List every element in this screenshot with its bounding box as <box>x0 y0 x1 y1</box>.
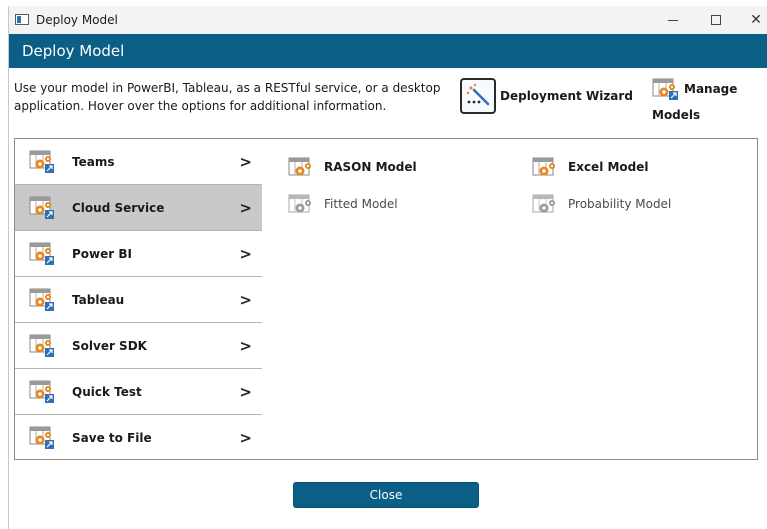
os-window-title: Deploy Model <box>36 13 118 27</box>
close-button[interactable]: Close <box>293 482 479 508</box>
deployment-wizard-label: Deployment Wizard <box>500 89 633 103</box>
nav-item-label: Solver SDK <box>72 338 147 353</box>
rason-model-option[interactable]: RASON Model <box>288 157 417 177</box>
manage-models-label-line2: Models <box>652 108 701 122</box>
manage-models-label-line1: Manage <box>684 82 738 96</box>
nav-item-label: Save to File <box>72 431 152 445</box>
model-options-panel: RASON Model Excel Model Fitted Model Pro… <box>262 138 758 460</box>
chevron-right-icon: > <box>239 244 252 263</box>
chevron-right-icon: > <box>239 382 252 401</box>
nav-item-solver-sdk[interactable]: Solver SDK > <box>15 323 262 369</box>
deploy-model-icon <box>652 78 680 106</box>
probability-model-option[interactable]: Probability Model <box>532 194 671 214</box>
nav-item-cloud-service[interactable]: Cloud Service > <box>15 185 262 231</box>
nav-item-save-to-file[interactable]: Save to File > <box>15 415 262 461</box>
nav-item-tableau[interactable]: Tableau > <box>15 277 262 323</box>
nav-item-label: Teams <box>72 154 115 169</box>
nav-item-label: Power BI <box>72 246 132 261</box>
nav-item-teams[interactable]: Teams > <box>15 139 262 185</box>
deploy-model-icon <box>532 157 555 177</box>
excel-model-label: Excel Model <box>568 160 649 174</box>
fitted-model-option[interactable]: Fitted Model <box>288 194 398 214</box>
app-window-icon <box>15 14 29 25</box>
nav-item-label: Cloud Service <box>72 200 165 215</box>
rason-model-label: RASON Model <box>324 160 417 174</box>
chevron-right-icon: > <box>239 290 252 309</box>
deployment-wizard-button[interactable]: Deployment Wizard <box>460 78 633 114</box>
deploy-target-icon <box>29 288 55 316</box>
chevron-right-icon: > <box>239 336 252 355</box>
dialog-title: Deploy Model <box>22 42 125 60</box>
probability-model-label: Probability Model <box>568 197 672 211</box>
deploy-model-disabled-icon <box>532 194 555 214</box>
deploy-target-list: Teams > Cloud Service > Power BI > Tableau > Sol… <box>14 138 263 460</box>
deploy-model-icon <box>288 157 311 177</box>
minimize-icon <box>668 19 678 21</box>
deploy-target-icon <box>29 242 55 270</box>
chevron-right-icon: > <box>239 152 252 171</box>
deploy-target-icon <box>29 334 55 362</box>
os-title-bar[interactable]: Deploy Model ✕ <box>9 6 767 34</box>
close-icon: ✕ <box>750 12 762 28</box>
fitted-model-label: Fitted Model <box>324 197 398 211</box>
excel-model-option[interactable]: Excel Model <box>532 157 649 177</box>
magic-wand-icon <box>460 78 496 114</box>
nav-item-label: Quick Test <box>72 384 142 399</box>
nav-item-quick-test[interactable]: Quick Test > <box>15 369 262 415</box>
deploy-model-disabled-icon <box>288 194 311 214</box>
maximize-icon <box>711 15 721 25</box>
deploy-target-icon <box>29 380 55 408</box>
deploy-target-icon <box>29 150 55 178</box>
nav-item-power-bi[interactable]: Power BI > <box>15 231 262 277</box>
minimize-button[interactable] <box>650 6 696 34</box>
chevron-right-icon: > <box>239 198 252 217</box>
close-window-button[interactable]: ✕ <box>733 6 767 34</box>
dialog-description: Use your model in PowerBI, Tableau, as a… <box>14 81 441 113</box>
chevron-right-icon: > <box>239 429 252 447</box>
deploy-target-icon <box>29 196 55 224</box>
deploy-target-icon <box>29 426 55 454</box>
nav-item-label: Tableau <box>72 292 125 307</box>
dialog-header: Deploy Model <box>9 34 767 68</box>
